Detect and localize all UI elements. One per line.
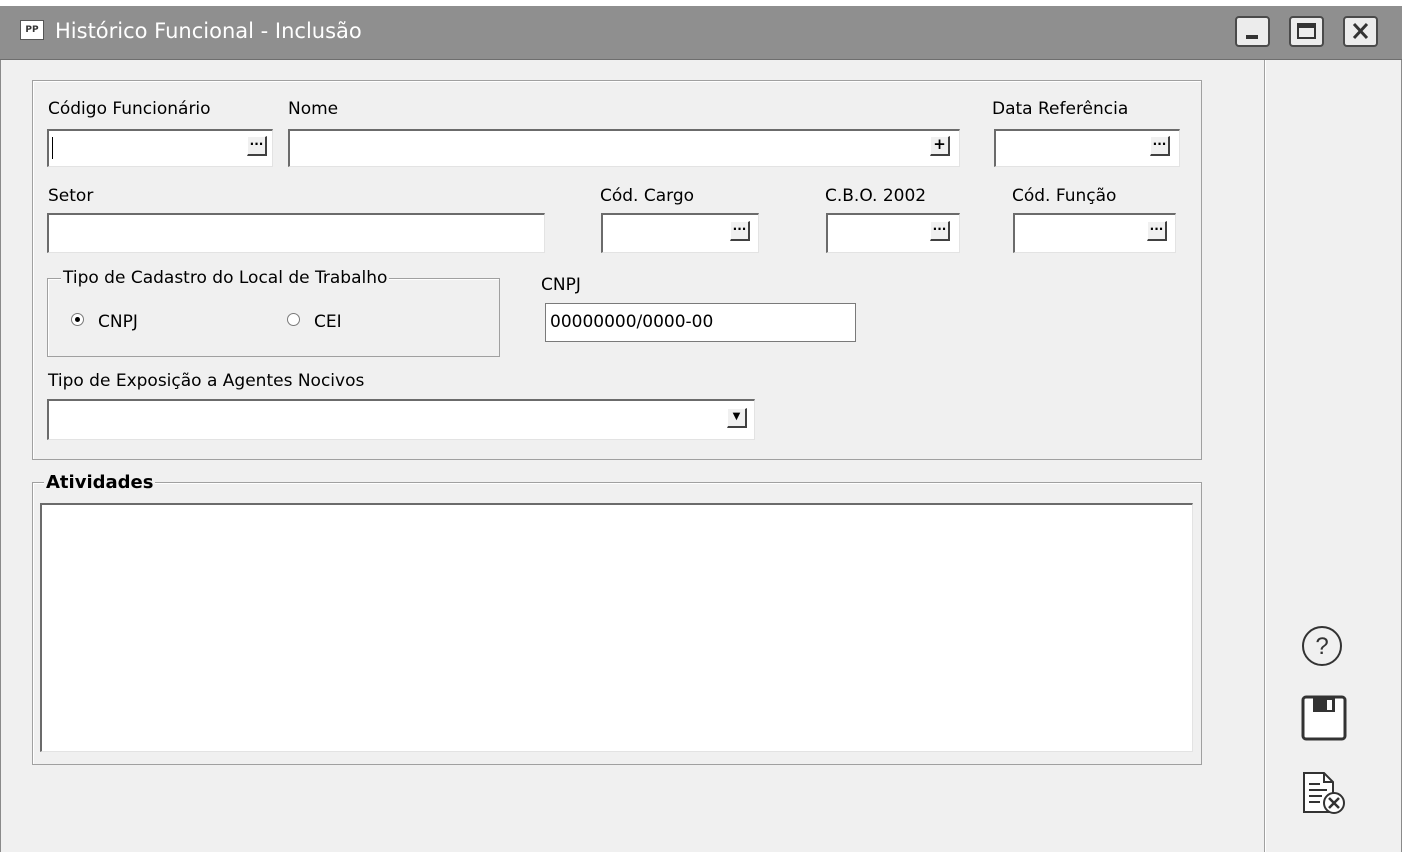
cbo-label: C.B.O. 2002: [825, 186, 927, 206]
nome-add-button[interactable]: +: [930, 136, 950, 156]
cnpj-label: CNPJ: [541, 275, 581, 295]
nome-input[interactable]: [288, 129, 960, 167]
save-button[interactable]: [1301, 695, 1347, 741]
tipo-exposicao-dropdown-arrow[interactable]: ▼: [727, 408, 747, 428]
codigo-funcionario-lookup-button[interactable]: ···: [247, 136, 267, 156]
radio-cei-label[interactable]: CEI: [314, 312, 342, 332]
cod-funcao-label: Cód. Função: [1012, 186, 1117, 206]
cod-cargo-lookup-button[interactable]: ···: [730, 221, 750, 241]
radio-cei[interactable]: [287, 313, 300, 326]
help-icon: ?: [1302, 626, 1342, 666]
maximize-button[interactable]: [1289, 16, 1324, 47]
cancel-document-icon: [1303, 772, 1345, 814]
data-referencia-label: Data Referência: [992, 99, 1129, 119]
codigo-funcionario-input[interactable]: [47, 129, 273, 167]
toolbar-separator-highlight: [1265, 60, 1266, 852]
minimize-icon: [1246, 35, 1258, 39]
data-referencia-lookup-button[interactable]: ···: [1150, 136, 1170, 156]
close-icon: [1352, 22, 1369, 40]
atividades-legend: Atividades: [44, 472, 156, 493]
cbo-lookup-button[interactable]: ···: [930, 221, 950, 241]
nome-label: Nome: [288, 99, 339, 119]
save-icon: [1301, 695, 1347, 741]
cancel-button[interactable]: [1300, 770, 1350, 818]
radio-cnpj[interactable]: [71, 313, 84, 326]
help-button[interactable]: ?: [1300, 624, 1344, 668]
tipo-cadastro-legend: Tipo de Cadastro do Local de Trabalho: [61, 268, 390, 288]
radio-cnpj-label[interactable]: CNPJ: [98, 312, 138, 332]
maximize-icon: [1297, 23, 1316, 39]
app-icon: PP: [20, 20, 44, 40]
tipo-exposicao-label: Tipo de Exposição a Agentes Nocivos: [48, 371, 365, 391]
cod-cargo-label: Cód. Cargo: [600, 186, 695, 206]
text-cursor: [52, 137, 53, 159]
tipo-exposicao-select[interactable]: [47, 399, 755, 440]
atividades-textarea[interactable]: [40, 503, 1193, 752]
close-button[interactable]: [1343, 16, 1378, 47]
cnpj-input[interactable]: 00000000/0000-00: [545, 303, 856, 342]
svg-text:?: ?: [1315, 633, 1328, 660]
minimize-button[interactable]: [1235, 16, 1270, 47]
window-title: Histórico Funcional - Inclusão: [55, 19, 362, 43]
setor-input[interactable]: [47, 213, 545, 253]
codigo-funcionario-label: Código Funcionário: [48, 99, 211, 119]
setor-label: Setor: [48, 186, 94, 206]
cod-funcao-lookup-button[interactable]: ···: [1147, 221, 1167, 241]
